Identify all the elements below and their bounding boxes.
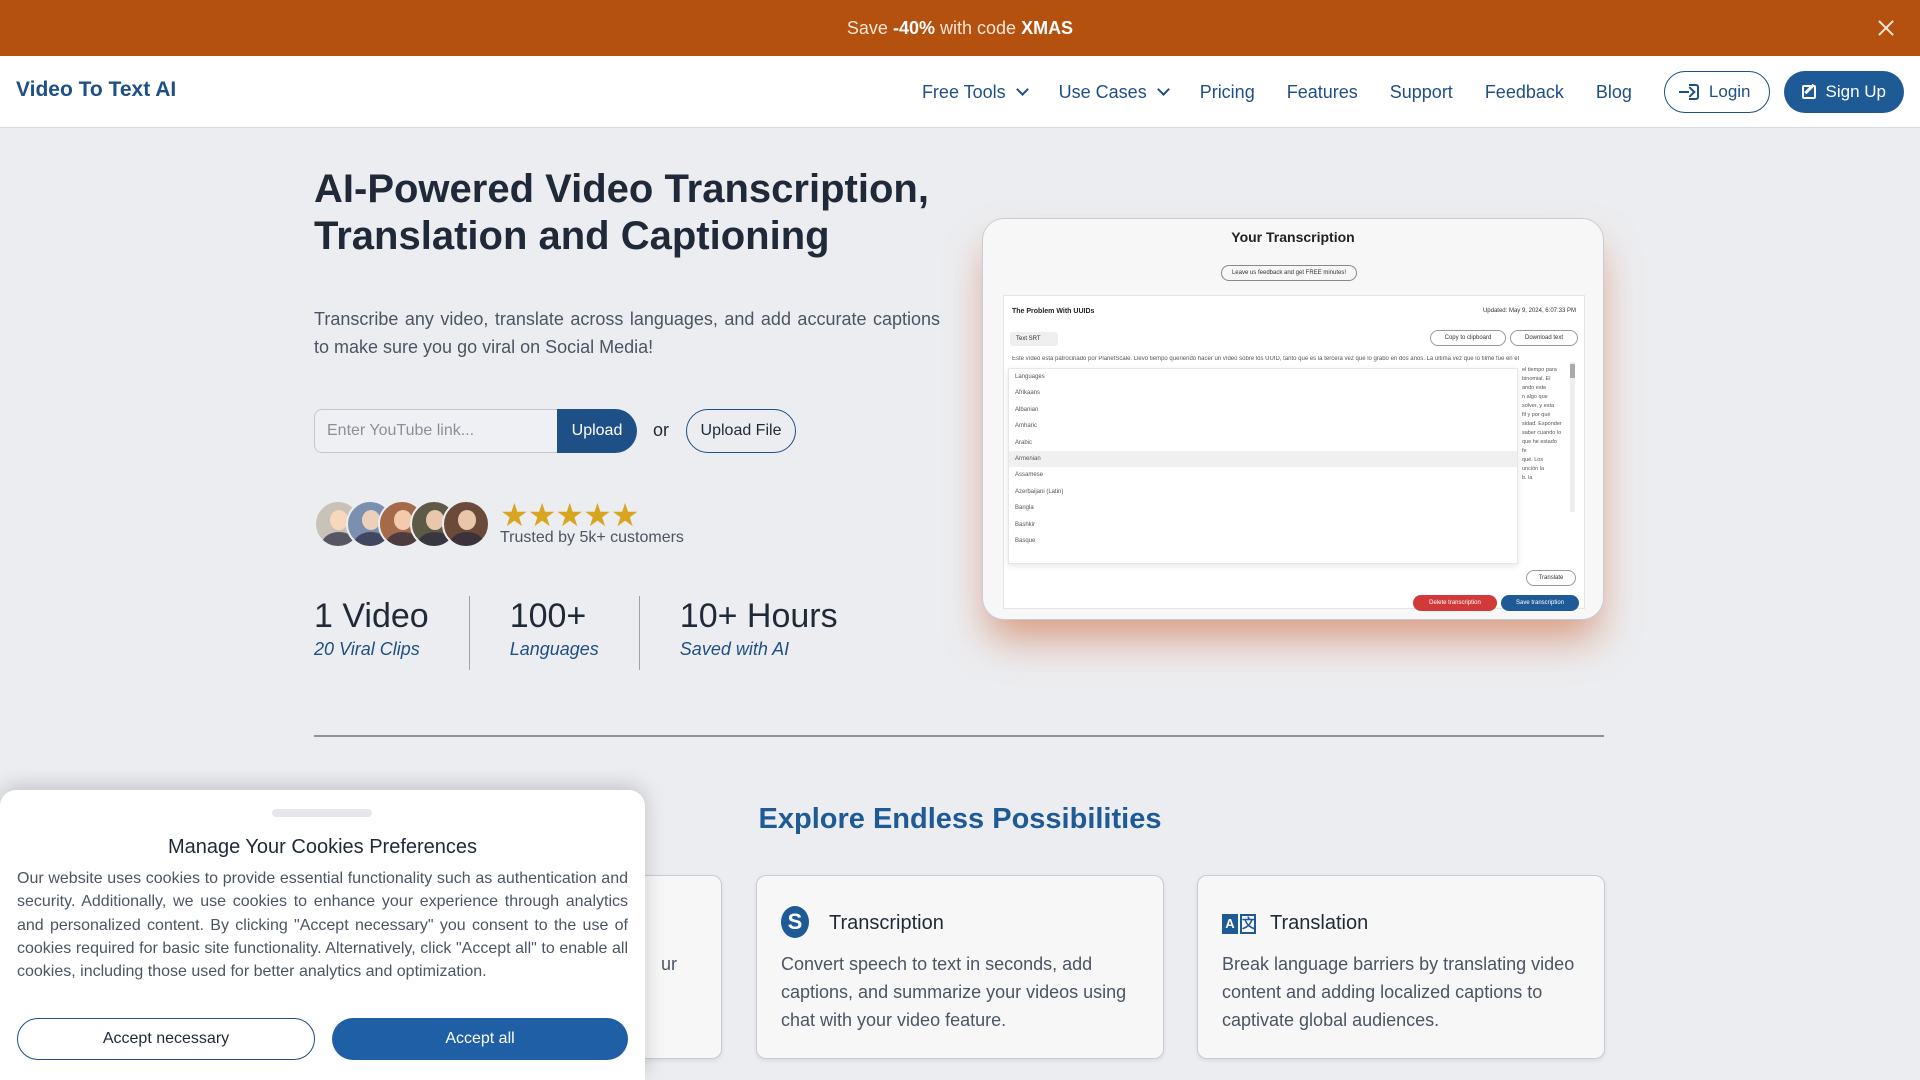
nav-support[interactable]: Support xyxy=(1390,82,1453,103)
preview-copy-button: Copy to clipboard xyxy=(1430,330,1506,346)
avatar xyxy=(442,500,490,548)
or-separator: or xyxy=(653,420,670,440)
hero-title: AI-Powered Video Transcription, Translat… xyxy=(314,166,954,260)
stat-value: 1 Video xyxy=(314,597,429,635)
promo-code: XMAS xyxy=(1021,17,1074,38)
stat-value: 10+ Hours xyxy=(679,597,838,635)
nav-free-tools[interactable]: Free Tools xyxy=(921,81,1029,103)
upload-file-button[interactable]: Upload File xyxy=(686,409,796,453)
feature-desc-fragment: ur xyxy=(661,954,678,974)
nav-use-cases-label: Use Cases xyxy=(1058,81,1147,102)
language-option: Bangla xyxy=(1015,505,1034,512)
preview-panel: The Problem With UUIDs Updated: May 9, 2… xyxy=(1003,295,1585,609)
accept-all-button[interactable]: Accept all xyxy=(332,1018,628,1060)
upload-button[interactable]: Upload xyxy=(557,409,637,453)
nav-use-cases[interactable]: Use Cases xyxy=(1058,81,1170,103)
stat-label: Languages xyxy=(509,639,599,659)
navbar: Video To Text AI Free Tools Use Cases Pr… xyxy=(0,56,1920,128)
login-button[interactable]: Login xyxy=(1663,71,1770,113)
preview-download-button: Download text xyxy=(1510,330,1578,346)
cookie-body: Our website uses cookies to provide esse… xyxy=(17,870,628,981)
nav-pricing[interactable]: Pricing xyxy=(1200,82,1255,103)
preview-updated: Updated: May 9, 2024, 6:07:33 PM xyxy=(1482,308,1576,314)
section-divider xyxy=(314,735,1604,737)
stat-languages: 100+ Languages xyxy=(468,596,639,670)
language-option: Armenian xyxy=(1009,450,1517,468)
close-icon[interactable] xyxy=(1874,16,1898,40)
preview-save-button: Save transcription xyxy=(1501,595,1579,611)
promo-middle: with code xyxy=(940,17,1017,38)
accept-necessary-button[interactable]: Accept necessary xyxy=(17,1018,315,1060)
preview-doc-title: The Problem With UUIDs xyxy=(1012,308,1095,315)
promo-banner: Save -40% with code XMAS xyxy=(0,0,1920,56)
preview-scrollbar xyxy=(1570,362,1575,512)
nav-blog[interactable]: Blog xyxy=(1596,82,1632,103)
feature-desc: Break language barriers by translating v… xyxy=(1222,954,1575,1030)
preview-tabs: Text SRT xyxy=(1010,332,1058,346)
transcription-s-icon: S xyxy=(781,906,809,938)
site-logo[interactable]: Video To Text AI xyxy=(16,78,176,102)
nav-features[interactable]: Features xyxy=(1287,82,1358,103)
hero-subtitle: Transcribe any video, translate across l… xyxy=(314,309,940,357)
youtube-link-input[interactable] xyxy=(314,409,558,453)
stat-label: 20 Viral Clips xyxy=(314,639,420,659)
language-option: Basque xyxy=(1015,537,1036,544)
drag-handle[interactable] xyxy=(272,809,372,817)
signup-icon xyxy=(1801,85,1816,99)
nav-feedback[interactable]: Feedback xyxy=(1485,82,1564,103)
feature-card-translation: A文 Translation Break language barriers b… xyxy=(1197,875,1605,1059)
stat-value: 100+ xyxy=(509,597,587,635)
feature-desc: Convert speech to text in seconds, add c… xyxy=(781,954,1127,1030)
promo-discount: -40% xyxy=(892,17,935,38)
preview-feedback-button: Leave us feedback and get FREE minutes! xyxy=(1221,265,1357,281)
language-option: Languages xyxy=(1015,374,1045,380)
chevron-down-icon xyxy=(1015,83,1029,96)
feature-card-transcription: S Transcription Convert speech to text i… xyxy=(756,875,1164,1059)
stat-label: Saved with AI xyxy=(679,639,790,659)
promo-prefix: Save xyxy=(846,17,888,38)
language-option: Bashkir xyxy=(1015,521,1036,528)
stat-videos: 1 Video 20 Viral Clips xyxy=(314,596,469,670)
login-label: Login xyxy=(1708,82,1751,101)
chevron-down-icon xyxy=(1156,83,1170,96)
language-option: Albanian xyxy=(1015,406,1039,413)
cookie-title: Manage Your Cookies Preferences xyxy=(167,836,478,858)
language-option: Amharic xyxy=(1015,423,1038,430)
language-option: Afrikaans xyxy=(1015,390,1041,397)
feature-desc: ur xyxy=(661,950,711,978)
feature-title: Transcription xyxy=(829,912,944,934)
language-option: Azerbaijani (Latin) xyxy=(1015,488,1064,495)
preview-language-list: Languages Afrikaans Albanian Amharic Ara… xyxy=(1008,368,1518,564)
hero-title-line1: AI-Powered Video Transcription, xyxy=(314,167,929,211)
preview-delete-button: Delete transcription xyxy=(1413,595,1497,611)
translation-az-icon: A文 xyxy=(1222,914,1256,936)
stat-hours: 10+ Hours Saved with AI xyxy=(638,596,878,670)
login-icon xyxy=(1678,84,1699,100)
stats-row: 1 Video 20 Viral Clips 100+ Languages 10… xyxy=(314,596,878,670)
preview-translate-button: Translate xyxy=(1526,570,1576,586)
nav-menu: Free Tools Use Cases Pricing Features Su… xyxy=(890,70,1904,114)
language-option: Assamese xyxy=(1015,472,1044,479)
nav-free-tools-label: Free Tools xyxy=(921,81,1006,102)
feature-title: Translation xyxy=(1270,912,1369,934)
signup-label: Sign Up xyxy=(1825,82,1886,101)
signup-button[interactable]: Sign Up xyxy=(1783,71,1904,113)
transcription-preview: Your Transcription Leave us feedback and… xyxy=(982,218,1604,620)
hero-title-line2: Translation and Captioning xyxy=(314,214,830,258)
preview-right-text: el tiempo para binomial. El ando este n … xyxy=(1522,367,1562,481)
language-option: Arabic xyxy=(1015,439,1033,446)
preview-title: Your Transcription xyxy=(1231,229,1355,245)
customer-avatars xyxy=(314,500,490,550)
trusted-text: Trusted by 5k+ customers xyxy=(500,529,684,546)
